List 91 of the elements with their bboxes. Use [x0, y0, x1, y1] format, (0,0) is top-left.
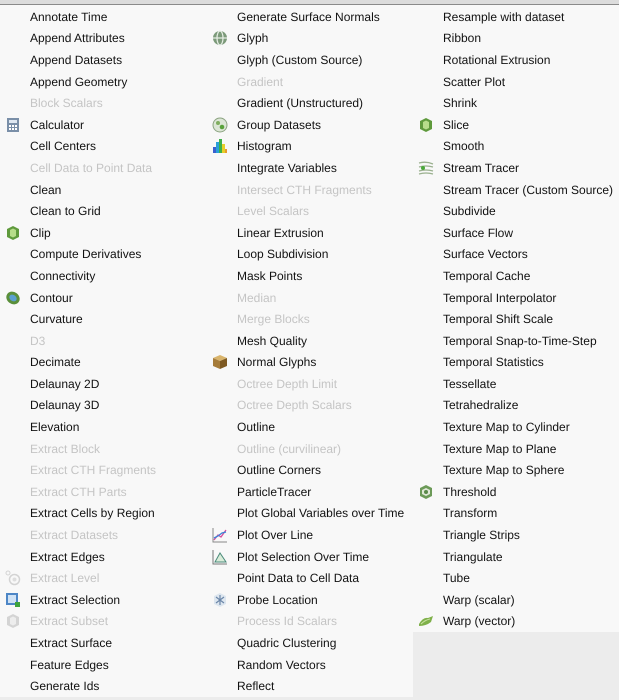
menu-item[interactable]: Delaunay 2D	[0, 373, 207, 395]
line-chart-icon	[212, 527, 228, 544]
menu-item[interactable]: Slice	[413, 114, 619, 136]
menu-item[interactable]: Triangle Strips	[413, 524, 619, 546]
menu-item[interactable]: Histogram	[207, 136, 413, 158]
menu-item[interactable]: Annotate Time	[0, 6, 207, 28]
menu-item[interactable]: Texture Map to Plane	[413, 438, 619, 460]
menu-item[interactable]: Triangulate	[413, 546, 619, 568]
menu-item[interactable]: Loop Subdivision	[207, 244, 413, 266]
menu-item[interactable]: Temporal Cache	[413, 265, 619, 287]
probe-icon	[212, 592, 228, 608]
histogram-icon	[212, 138, 228, 154]
menu-item[interactable]: Surface Flow	[413, 222, 619, 244]
menu-item[interactable]: Glyph	[207, 28, 413, 50]
menu-item[interactable]: Probe Location	[207, 589, 413, 611]
cube-icon	[418, 116, 434, 133]
cube-icon	[418, 484, 434, 500]
menu-item[interactable]: Rotational Extrusion	[413, 49, 619, 71]
menu-item[interactable]: Quadric Clustering	[207, 632, 413, 654]
menu-item[interactable]: Clean	[0, 178, 207, 200]
menu-item[interactable]: Temporal Statistics	[413, 352, 619, 374]
menu-item[interactable]: Random Vectors	[207, 654, 413, 676]
menu-item[interactable]: Elevation	[0, 416, 207, 438]
menu-item[interactable]: Feature Edges	[0, 654, 207, 676]
menu-item[interactable]: Outline	[207, 416, 413, 438]
menu-item[interactable]: Curvature	[0, 308, 207, 330]
menu-item[interactable]: Point Data to Cell Data	[207, 567, 413, 590]
menu-item[interactable]: Shrink	[413, 92, 619, 114]
menu-item[interactable]: Gradient (Unstructured)	[207, 92, 413, 114]
menu-item[interactable]: Stream Tracer (Custom Source)	[413, 178, 619, 200]
cube-icon	[5, 224, 21, 241]
menu-item[interactable]: Extract Cells by Region	[0, 502, 207, 524]
menu-item[interactable]: Tessellate	[413, 373, 619, 395]
menu-item[interactable]: Plot Over Line	[207, 524, 413, 546]
group-icon	[212, 116, 228, 133]
level-icon	[5, 570, 21, 586]
menu-item[interactable]: Extract Surface	[0, 632, 207, 654]
menu-item[interactable]: Integrate Variables	[207, 157, 413, 179]
menu-item[interactable]: Compute Derivatives	[0, 244, 207, 266]
menu-item[interactable]: Extract Edges	[0, 546, 207, 568]
menu-item[interactable]: Transform	[413, 502, 619, 524]
menu-item[interactable]: Clip	[0, 222, 207, 244]
stream-icon	[418, 160, 434, 176]
menu-item[interactable]: Group Datasets	[207, 114, 413, 136]
menu-item[interactable]: Decimate	[0, 352, 207, 374]
menu-item[interactable]: Normal Glyphs	[207, 352, 413, 374]
menu-item[interactable]: Reflect	[207, 675, 413, 697]
menu-item[interactable]: Plot Selection Over Time	[207, 546, 413, 568]
menu-item[interactable]: Calculator	[0, 114, 207, 136]
menu-item[interactable]: Clean to Grid	[0, 200, 207, 222]
menu-item[interactable]: Smooth	[413, 136, 619, 158]
menu-item[interactable]: Resample with dataset	[413, 6, 619, 28]
menu-item[interactable]: Linear Extrusion	[207, 222, 413, 244]
menu-item[interactable]: Contour	[0, 286, 207, 308]
menu-item[interactable]: Append Attributes	[0, 28, 207, 50]
menu-item[interactable]: Surface Vectors	[413, 244, 619, 266]
menu-item[interactable]: Subdivide	[413, 200, 619, 222]
menu-item[interactable]: Delaunay 3D	[0, 394, 207, 416]
menu-item[interactable]: Generate Surface Normals	[207, 6, 413, 28]
selection-icon	[5, 592, 21, 608]
menu-item[interactable]: Generate Ids	[0, 675, 207, 697]
menu-item[interactable]: Mask Points	[207, 265, 413, 287]
menu-item[interactable]: Outline Corners	[207, 459, 413, 482]
menu-item[interactable]: Temporal Snap-to-Time-Step	[413, 330, 619, 352]
cube-icon	[5, 613, 21, 630]
menu-item[interactable]: Scatter Plot	[413, 70, 619, 92]
menu-item[interactable]: ParticleTracer	[207, 481, 413, 503]
menu-item[interactable]: Append Datasets	[0, 49, 207, 71]
calculator-icon	[5, 116, 21, 133]
menu-item[interactable]: Warp (vector)	[413, 610, 619, 632]
menu-item[interactable]: Append Geometry	[0, 70, 207, 92]
menu-item[interactable]: Warp (scalar)	[413, 589, 619, 611]
contour-icon	[5, 290, 21, 306]
menu-item[interactable]: Tube	[413, 567, 619, 590]
menu-item[interactable]: Temporal Interpolator	[413, 286, 619, 308]
menu-item[interactable]: Glyph (Custom Source)	[207, 49, 413, 71]
menu-item[interactable]: Connectivity	[0, 265, 207, 287]
menu-item[interactable]: Temporal Shift Scale	[413, 308, 619, 330]
menu-item[interactable]: Mesh Quality	[207, 330, 413, 352]
menu-item[interactable]: Tetrahedralize	[413, 394, 619, 416]
menu-item[interactable]: Texture Map to Sphere	[413, 459, 619, 482]
menu-item[interactable]: Cell Centers	[0, 136, 207, 158]
menu-item[interactable]: Stream Tracer	[413, 157, 619, 179]
box-icon	[212, 354, 228, 370]
menu-item[interactable]: Ribbon	[413, 28, 619, 50]
chart-icon	[212, 548, 228, 565]
globe-icon	[212, 30, 228, 46]
menu-item[interactable]: Extract Selection	[0, 589, 207, 611]
menu-item[interactable]: Texture Map to Cylinder	[413, 416, 619, 438]
menu-item[interactable]: Threshold	[413, 481, 619, 503]
menu-item[interactable]: Plot Global Variables over Time	[207, 502, 413, 524]
